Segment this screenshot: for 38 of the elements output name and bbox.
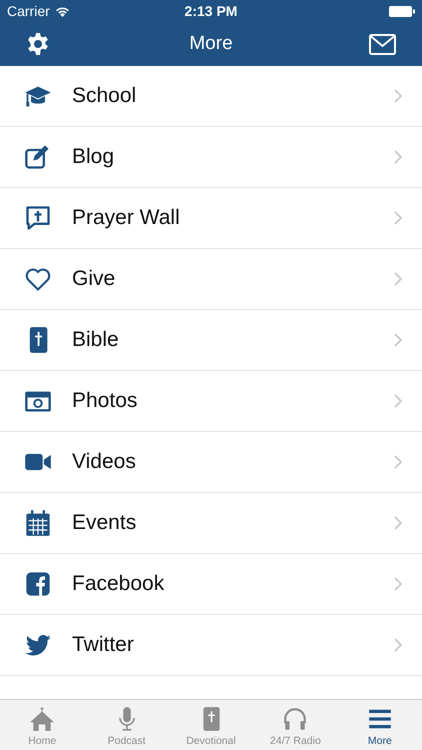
tab-label: 24/7 Radio <box>270 735 321 748</box>
menu-label: Blog <box>72 144 114 170</box>
chevron-icon <box>394 638 402 652</box>
chevron-icon <box>394 150 402 164</box>
menu-label: Give <box>72 266 116 292</box>
mail-icon[interactable] <box>369 34 396 54</box>
speech-bubble-cross-icon <box>24 204 52 232</box>
chevron-icon <box>394 89 402 103</box>
chevron-icon <box>394 211 402 225</box>
wifi-icon <box>54 6 70 16</box>
chevron-icon <box>394 333 402 347</box>
facebook-icon <box>24 570 52 598</box>
menu-label: Facebook <box>72 571 164 598</box>
chevron-icon <box>394 455 402 469</box>
tab-label: Podcast <box>108 735 146 748</box>
tab-item[interactable]: More <box>338 700 422 750</box>
settings-icon[interactable] <box>26 32 50 56</box>
battery-icon <box>389 6 415 16</box>
calendar-icon <box>24 509 52 537</box>
tab-label: More <box>368 735 392 748</box>
headphones-icon <box>282 706 308 732</box>
screen-title: More <box>189 32 233 56</box>
menu-label: Prayer Wall <box>72 205 180 232</box>
chevron-icon <box>394 577 402 591</box>
carrier-text: Carrier <box>7 2 50 20</box>
church-icon <box>29 706 56 732</box>
chevron-icon <box>394 394 402 408</box>
menu-label: School <box>72 83 136 110</box>
menu-label: Videos <box>72 449 136 476</box>
chevron-icon <box>394 272 402 286</box>
tab-label: Home <box>28 735 56 748</box>
tab-label: Devotional <box>186 735 236 748</box>
chevron-icon <box>394 516 402 530</box>
menu-label: Bible <box>72 327 119 354</box>
clock-text: 2:13 PM <box>184 2 238 20</box>
menu-label: Events <box>72 510 136 536</box>
menu-label: Photos <box>72 388 138 414</box>
menu-label: Twitter <box>72 632 134 658</box>
